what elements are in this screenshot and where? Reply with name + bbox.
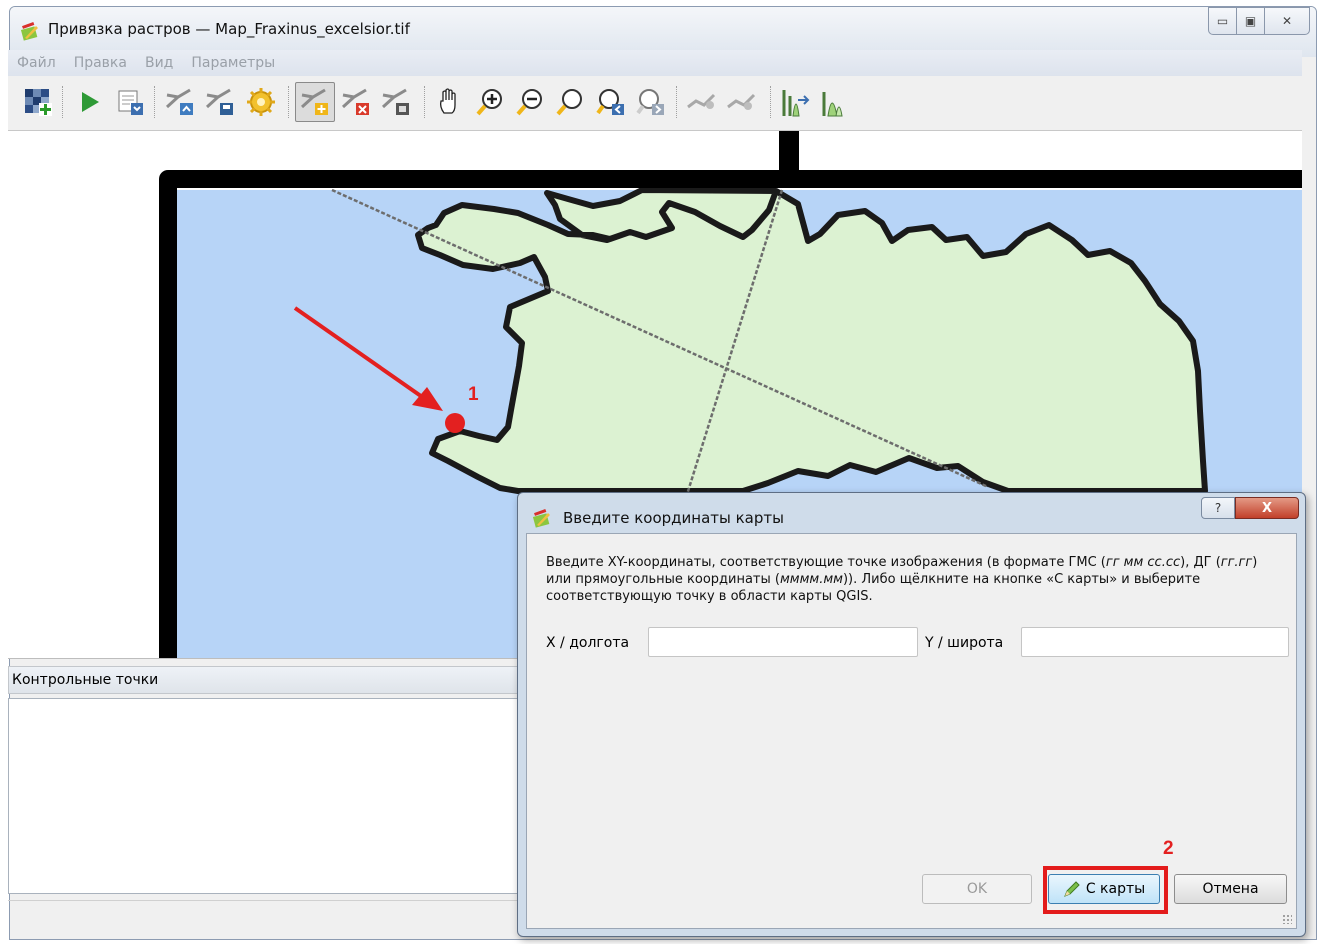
save-gcp-button[interactable] bbox=[202, 84, 238, 120]
annotation-number-1: 1 bbox=[468, 384, 479, 405]
add-point-icon bbox=[300, 88, 328, 115]
minimize-button[interactable]: ▭ bbox=[1208, 7, 1236, 35]
generate-gdal-script-icon bbox=[118, 90, 143, 115]
menu-settings[interactable]: Параметры bbox=[182, 55, 284, 71]
help-button[interactable]: ? bbox=[1201, 497, 1235, 519]
zoom-next-icon bbox=[636, 89, 664, 115]
pan-icon bbox=[439, 88, 456, 114]
resize-grip[interactable] bbox=[1282, 914, 1292, 924]
gcp-panel: Контрольные точки bbox=[8, 666, 518, 902]
window-title: Привязка растров — Map_Fraxinus_excelsio… bbox=[48, 20, 410, 38]
add-point-button[interactable] bbox=[295, 82, 335, 122]
toolbar bbox=[8, 76, 1302, 131]
georeferencer-dialog-icon bbox=[532, 509, 550, 528]
annotation-highlight-box bbox=[1043, 866, 1168, 914]
load-gcp-icon bbox=[165, 88, 193, 115]
x-longitude-label: X / долгота bbox=[546, 635, 630, 651]
zoom-to-layer-icon bbox=[556, 89, 582, 116]
instruction-text: Введите XY-координаты, соответствующие т… bbox=[546, 555, 1258, 604]
full-histogram-stretch-icon bbox=[782, 90, 810, 117]
open-raster-icon bbox=[25, 89, 52, 116]
gcp-panel-title: Контрольные точки bbox=[8, 666, 518, 694]
full-histogram-stretch-button[interactable] bbox=[778, 84, 814, 120]
menu-edit[interactable]: Правка bbox=[65, 55, 136, 71]
start-georeferencing-icon bbox=[82, 92, 99, 112]
zoom-last-button[interactable] bbox=[593, 84, 629, 120]
pan-button[interactable] bbox=[432, 84, 468, 120]
delete-point-button[interactable] bbox=[338, 84, 374, 120]
map-frame-tick bbox=[779, 131, 799, 173]
dialog-title: Введите координаты карты bbox=[563, 509, 784, 527]
zoom-in-icon bbox=[476, 89, 502, 116]
transformation-settings-button[interactable] bbox=[243, 84, 279, 120]
save-gcp-icon bbox=[205, 88, 233, 115]
move-gcp-button[interactable] bbox=[378, 84, 414, 120]
delete-point-icon bbox=[341, 88, 369, 115]
menu-file[interactable]: Файл bbox=[8, 55, 65, 71]
close-window-button[interactable]: ✕ bbox=[1264, 7, 1310, 35]
maximize-button[interactable]: ▣ bbox=[1236, 7, 1264, 35]
georeferencer-app-icon bbox=[20, 22, 38, 41]
menu-view[interactable]: Вид bbox=[136, 55, 182, 71]
cancel-button[interactable]: Отмена bbox=[1174, 874, 1287, 904]
zoom-to-layer-button[interactable] bbox=[552, 84, 588, 120]
dialog-close-button[interactable]: X bbox=[1235, 497, 1299, 519]
map-coordinates-dialog: Введите координаты карты ? X Введите XY-… bbox=[517, 492, 1306, 937]
y-latitude-label: Y / широта bbox=[925, 635, 1004, 651]
transformation-settings-icon bbox=[247, 88, 275, 116]
zoom-in-button[interactable] bbox=[472, 84, 508, 120]
local-histogram-stretch-button[interactable] bbox=[818, 84, 854, 120]
dialog-body: Введите XY-координаты, соответствующие т… bbox=[526, 533, 1297, 929]
move-gcp-icon bbox=[381, 88, 409, 115]
link-georeferencer-to-qgis-icon bbox=[687, 93, 716, 109]
zoom-last-icon bbox=[596, 89, 624, 115]
gcp-table[interactable] bbox=[8, 698, 518, 894]
start-georeferencing-button[interactable] bbox=[72, 84, 108, 120]
gcp-marker bbox=[445, 413, 465, 433]
link-qgis-to-georeferencer-button[interactable] bbox=[724, 84, 760, 120]
zoom-out-icon bbox=[516, 89, 542, 116]
open-raster-button[interactable] bbox=[20, 84, 56, 120]
ok-button[interactable]: OK bbox=[922, 874, 1032, 904]
link-georeferencer-to-qgis-button[interactable] bbox=[684, 84, 720, 120]
annotation-number-2: 2 bbox=[1163, 838, 1174, 859]
zoom-out-button[interactable] bbox=[512, 84, 548, 120]
load-gcp-button[interactable] bbox=[162, 84, 198, 120]
y-latitude-input[interactable] bbox=[1021, 627, 1289, 657]
generate-gdal-script-button[interactable] bbox=[112, 84, 148, 120]
menu-bar: Файл Правка Вид Параметры bbox=[8, 50, 1302, 76]
link-qgis-to-georeferencer-icon bbox=[727, 93, 756, 110]
x-longitude-input[interactable] bbox=[648, 627, 918, 657]
local-histogram-stretch-icon bbox=[822, 92, 843, 117]
zoom-next-button[interactable] bbox=[633, 84, 669, 120]
